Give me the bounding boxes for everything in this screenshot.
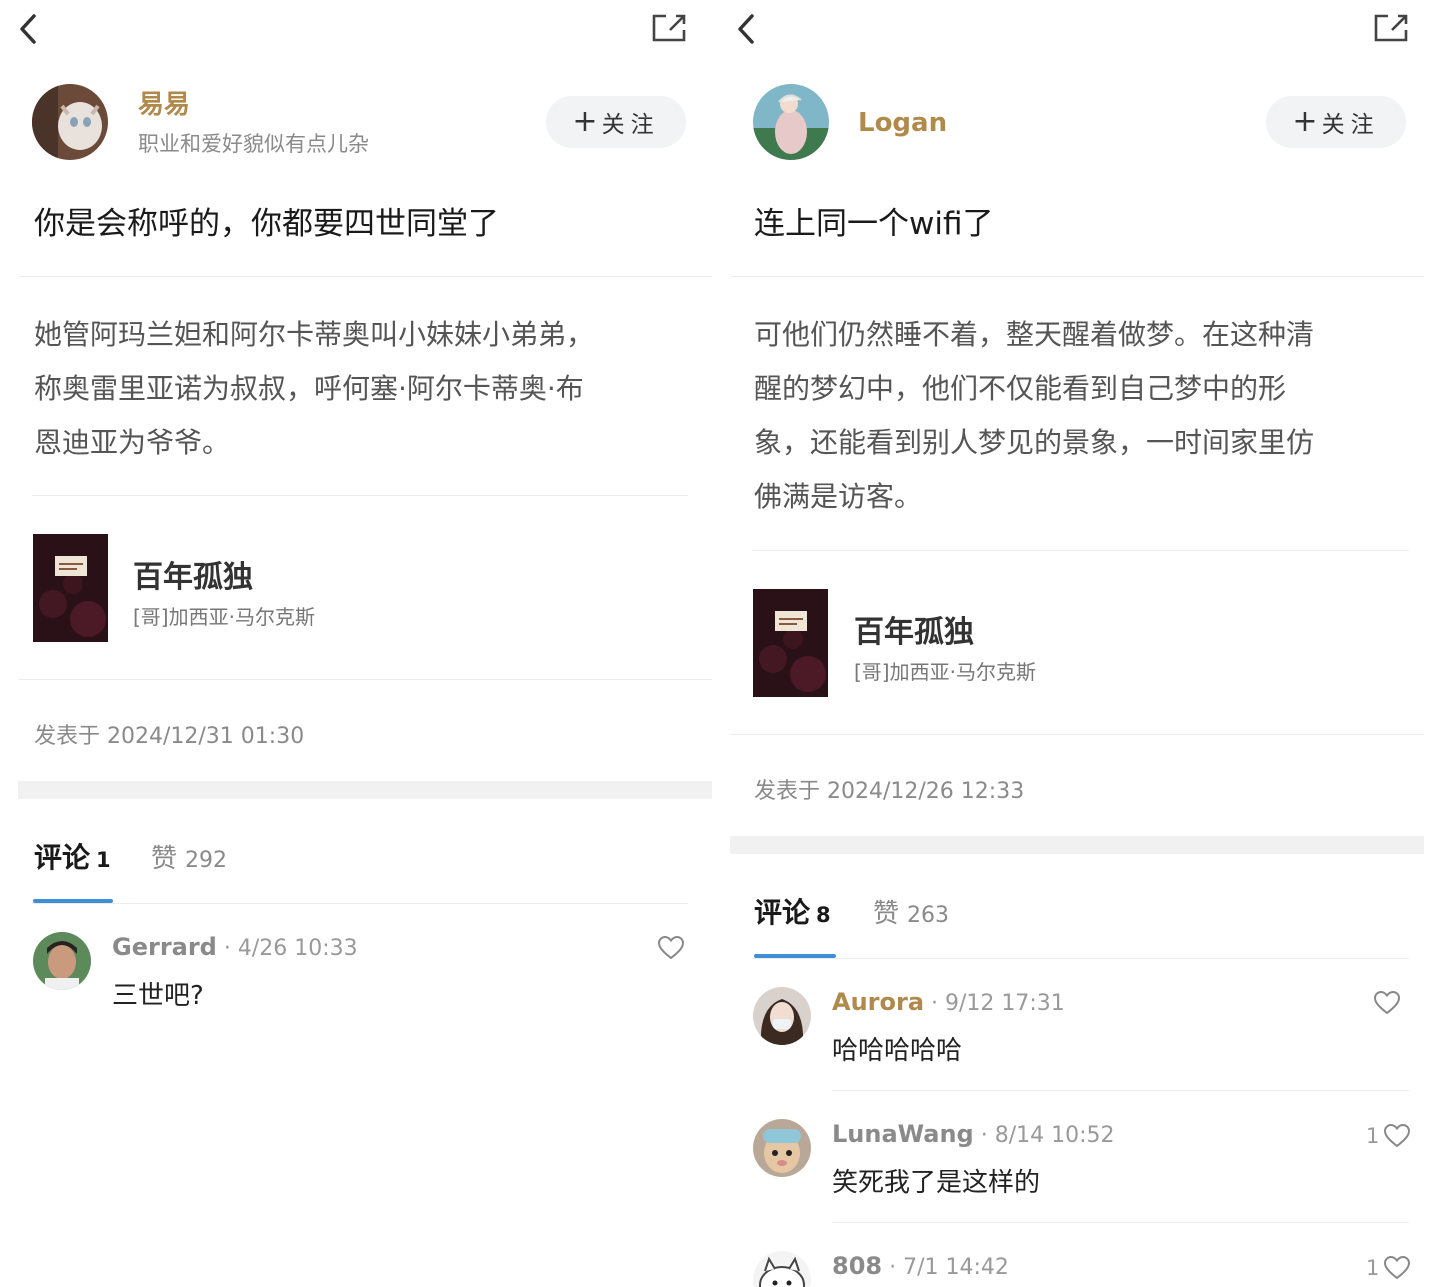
post-timestamp: 发表于 2024/12/26 12:33 <box>754 779 1025 804</box>
comment-time: · 8/14 10:52 <box>980 1123 1115 1148</box>
book-author: [哥]加西亚·马尔克斯 <box>854 660 1036 684</box>
right-post-screen: Logan + 关注 连上同一个wifi了 可他们仍然睡不着，整天醒着做梦。在这种… <box>730 0 1436 1287</box>
author-name[interactable]: Logan <box>858 108 947 138</box>
follow-button[interactable]: + 关注 <box>546 96 686 148</box>
author-avatar[interactable] <box>753 84 829 160</box>
comment-text: 三世吧? <box>112 981 204 1011</box>
author-name[interactable]: 易易 <box>138 84 190 121</box>
book-author: [哥]加西亚·马尔克斯 <box>133 605 315 629</box>
book-cover[interactable] <box>753 589 828 697</box>
tab-comments-label: 评论 <box>754 896 811 929</box>
follow-button[interactable]: + 关注 <box>1266 96 1406 148</box>
tab-likes[interactable]: 赞 263 <box>873 893 949 930</box>
tab-comments-count: 1 <box>96 848 111 872</box>
divider <box>32 495 688 496</box>
commenter-name[interactable]: Gerrard <box>112 933 217 961</box>
post-title: 连上同一个wifi了 <box>754 206 994 242</box>
like-heart-icon[interactable] <box>1384 1256 1410 1280</box>
comment-meta: LunaWang · 8/14 10:52 <box>832 1120 1115 1148</box>
tab-likes-label: 赞 <box>151 844 178 874</box>
quote-line: 佛满是访客。 <box>754 480 923 513</box>
tab-likes-count: 292 <box>185 848 228 873</box>
comment-like-count: 1 <box>1366 1124 1380 1148</box>
post-timestamp: 发表于 2024/12/31 01:30 <box>34 724 305 749</box>
commenter-name[interactable]: Aurora <box>832 988 924 1016</box>
like-heart-icon[interactable] <box>1384 1124 1410 1148</box>
tab-likes-count: 263 <box>907 903 950 928</box>
divider <box>833 1090 1409 1091</box>
comment-meta: 808 · 7/1 14:42 <box>832 1252 1009 1280</box>
divider <box>730 734 1424 735</box>
back-chevron-icon[interactable] <box>14 12 44 46</box>
tab-comments-label: 评论 <box>34 841 91 874</box>
follow-label: 关注 <box>601 112 660 138</box>
tab-comments[interactable]: 评论 8 <box>754 891 831 931</box>
book-title[interactable]: 百年孤独 <box>854 607 974 651</box>
follow-label: 关注 <box>1321 112 1380 138</box>
divider <box>18 679 712 680</box>
commenter-avatar[interactable] <box>753 987 811 1045</box>
comment-meta: Gerrard · 4/26 10:33 <box>112 933 358 961</box>
comment-text: 哈哈哈哈哈 <box>832 1036 963 1066</box>
comment-time: · 7/1 14:42 <box>889 1255 1009 1280</box>
commenter-avatar[interactable] <box>33 932 91 990</box>
comment-time: · 9/12 17:31 <box>931 991 1065 1016</box>
tab-comments[interactable]: 评论 1 <box>34 836 111 876</box>
commenter-avatar[interactable] <box>753 1119 811 1177</box>
author-avatar[interactable] <box>32 84 108 160</box>
comment-text: 笑死我了是这样的 <box>832 1168 1041 1198</box>
share-icon[interactable] <box>1372 12 1410 44</box>
quote-line: 她管阿玛兰妲和阿尔卡蒂奥叫小妹妹小弟弟， <box>34 318 595 351</box>
divider <box>753 550 1409 551</box>
book-quote: 可他们仍然睡不着，整天醒着做梦。在这种清 醒的梦幻中，他们不仅能看到自己梦中的形… <box>754 308 1314 524</box>
commenter-avatar[interactable] <box>753 1251 811 1287</box>
divider <box>18 276 712 277</box>
tab-likes[interactable]: 赞 292 <box>151 838 227 875</box>
comment-time: · 4/26 10:33 <box>223 936 358 961</box>
quote-line: 醒的梦幻中，他们不仅能看到自己梦中的形 <box>754 372 1287 405</box>
author-bio: 职业和爱好貌似有点儿杂 <box>138 132 369 156</box>
book-quote: 她管阿玛兰妲和阿尔卡蒂奥叫小妹妹小弟弟， 称奥雷里亚诺为叔叔，呼何塞·阿尔卡蒂奥… <box>34 308 594 470</box>
like-heart-icon[interactable] <box>658 936 684 960</box>
like-heart-icon[interactable] <box>1374 991 1400 1015</box>
tab-likes-label: 赞 <box>873 899 900 929</box>
back-chevron-icon[interactable] <box>732 12 762 46</box>
quote-line: 可他们仍然睡不着，整天醒着做梦。在这种清 <box>754 318 1315 351</box>
quote-line: 称奥雷里亚诺为叔叔，呼何塞·阿尔卡蒂奥·布 <box>34 372 584 405</box>
divider <box>730 276 1424 277</box>
book-title[interactable]: 百年孤独 <box>133 552 253 596</box>
post-title: 你是会称呼的，你都要四世同堂了 <box>34 206 499 242</box>
quote-line: 象，还能看到别人梦见的景象，一时间家里仿 <box>754 426 1315 459</box>
share-icon[interactable] <box>650 12 688 44</box>
commenter-name[interactable]: LunaWang <box>832 1120 974 1148</box>
book-cover[interactable] <box>33 534 108 642</box>
left-post-screen: 易易 职业和爱好貌似有点儿杂 + 关注 你是会称呼的，你都要四世同堂了 她管阿玛兰… <box>10 0 716 1287</box>
divider <box>833 1222 1409 1223</box>
divider <box>753 958 1409 959</box>
plus-icon: + <box>1292 104 1318 139</box>
commenter-name[interactable]: 808 <box>832 1252 882 1280</box>
comment-like-count: 1 <box>1366 1256 1380 1280</box>
tab-comments-count: 8 <box>816 903 831 927</box>
section-separator <box>18 781 712 799</box>
plus-icon: + <box>572 104 598 139</box>
divider <box>32 903 688 904</box>
section-separator <box>730 836 1424 854</box>
comment-meta: Aurora · 9/12 17:31 <box>832 988 1065 1016</box>
quote-line: 恩迪亚为爷爷。 <box>34 426 231 459</box>
